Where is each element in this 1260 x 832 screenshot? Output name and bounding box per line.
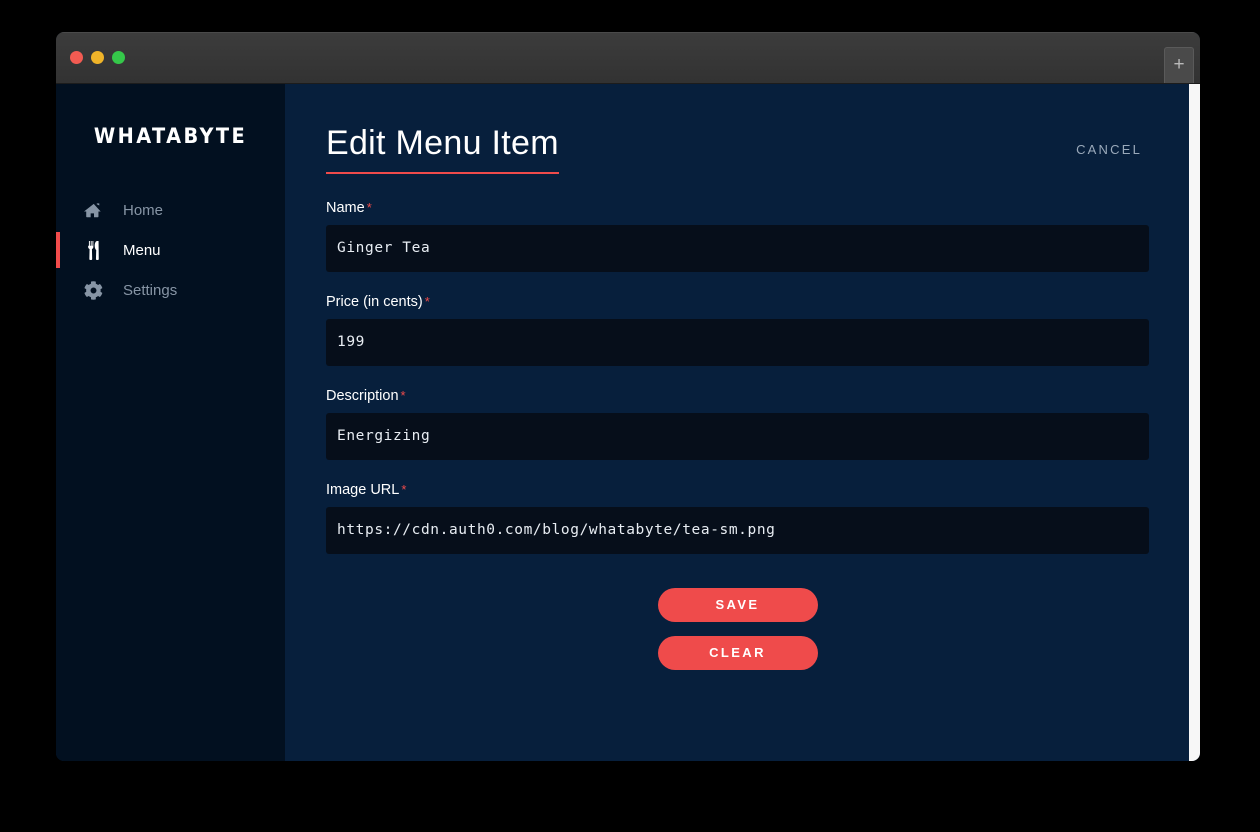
sidebar: WHATABYTE Home Menu Settings: [56, 84, 285, 761]
sidebar-item-label-menu: Menu: [123, 241, 161, 259]
field-name: Name *: [326, 200, 1149, 272]
main-inner: Edit Menu Item CANCEL Name* Pric: [285, 84, 1200, 670]
field-label-description: Description *: [326, 388, 1149, 404]
field-label-price: Price (in cents) *: [326, 294, 1149, 310]
save-button[interactable]: SAVE: [657, 587, 818, 622]
required-marker-price: *: [424, 293, 430, 309]
field-label-name: Name *: [326, 200, 1149, 216]
browser-window: + WHATABYTE Home Menu Settings Edit Menu…: [56, 32, 1200, 761]
field-price: Price (in cents) *: [326, 294, 1149, 366]
gear-icon: [84, 280, 110, 300]
sidebar-item-label-settings: Settings: [123, 281, 178, 299]
description-input[interactable]: [326, 412, 1149, 460]
field-label-text-price: Price (in cents): [326, 293, 423, 310]
sidebar-item-settings[interactable]: Settings: [56, 270, 285, 310]
close-window-button[interactable]: [70, 51, 83, 64]
home-icon: [84, 201, 110, 219]
brand-logo: WHATABYTE: [93, 124, 248, 148]
utensils-icon: [84, 240, 110, 260]
minimize-window-button[interactable]: [91, 51, 104, 64]
sidebar-item-menu[interactable]: Menu: [56, 230, 285, 270]
main-content: Edit Menu Item CANCEL Name* Pric: [285, 84, 1200, 761]
cancel-link[interactable]: CANCEL: [1076, 142, 1142, 157]
field-label-text-name: Name: [326, 199, 365, 216]
required-marker-description: *: [400, 387, 406, 403]
sidebar-nav: Home Menu Settings: [56, 190, 285, 310]
page-header: Edit Menu Item CANCEL: [326, 125, 1149, 174]
field-label-text-image-url: Image URL: [326, 481, 400, 498]
new-tab-button[interactable]: +: [1164, 47, 1194, 83]
form-actions: SAVE CLEAR: [326, 587, 1149, 670]
maximize-window-button[interactable]: [112, 51, 125, 64]
field-description: Description *: [326, 388, 1149, 460]
window-titlebar[interactable]: +: [56, 32, 1200, 84]
sidebar-item-label-home: Home: [123, 201, 164, 219]
screen: + WHATABYTE Home Menu Settings Edit Menu…: [0, 0, 1260, 832]
sidebar-item-home[interactable]: Home: [56, 190, 285, 230]
traffic-lights: [70, 51, 125, 64]
name-input[interactable]: [326, 224, 1149, 272]
clear-button[interactable]: CLEAR: [657, 635, 818, 670]
field-label-image-url: Image URL *: [326, 482, 1149, 498]
required-marker-image-url: *: [401, 481, 407, 497]
required-marker-name: *: [366, 199, 372, 215]
edit-menu-item-form: Name* Price (in cents)*: [326, 200, 1149, 670]
image-url-input[interactable]: [326, 506, 1149, 554]
field-label-text-description: Description: [326, 387, 399, 404]
app-body: WHATABYTE Home Menu Settings Edit Menu I…: [56, 84, 1200, 761]
field-image-url: Image URL *: [326, 482, 1149, 554]
page-title: Edit Menu Item: [326, 125, 559, 174]
price-input[interactable]: [326, 318, 1149, 366]
